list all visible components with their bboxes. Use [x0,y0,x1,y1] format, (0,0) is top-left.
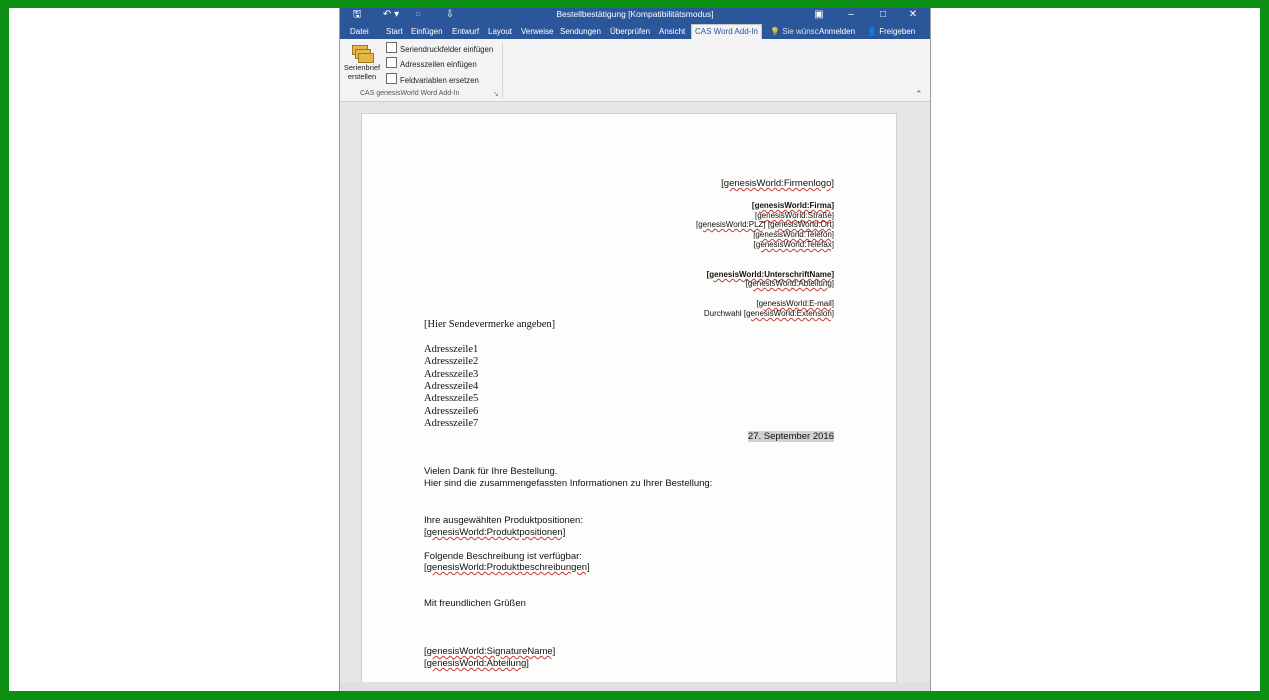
share-label: Freigeben [879,27,916,36]
close-icon[interactable]: ✕ [906,8,920,22]
address-line-6: Adresszeile6 [424,406,479,417]
seriendruckfelder-einfuegen-button[interactable]: Seriendruckfelder einfügen [386,42,493,55]
tab-cas-word-add-in[interactable]: CAS Word Add-In [691,24,762,40]
firmenlogo-field: [genesisWorld:Firmenlogo] [721,178,834,189]
tell-me-label: Sie wünsc [782,27,819,36]
lightbulb-icon: 💡 [770,27,780,36]
ribbon-tabs: Datei Start Einfügen Entwurf Layout Verw… [340,23,930,40]
unterschriftname-field: [genesisWorld:UnterschriftName] [706,270,834,279]
maximize-icon[interactable]: □ [876,8,890,22]
durchwahl-line: Durchwahl [genesisWorld:Extension] [704,309,834,318]
sign-in-link[interactable]: Anmelden [816,25,858,38]
group-separator [502,43,503,99]
strasse-field: [genesisWorld:Straße] [755,211,834,220]
serienbrief-label-1: Serienbrief [343,63,381,72]
ort-field: [genesisWorld:Ort] [767,220,834,229]
adresszeilen-einfuegen-button[interactable]: Adresszeilen einfügen [386,57,477,70]
tab-verweise[interactable]: Verweise [518,25,556,38]
group-label: CAS genesisWorld Word Add-In [360,90,460,97]
tab-ansicht[interactable]: Ansicht [656,25,688,38]
beschreibung-label: Folgende Beschreibung ist verfügbar: [424,551,582,562]
sendevermerke-placeholder: [Hier Sendevermerke angeben] [424,319,556,330]
replace-fields-icon [386,73,397,84]
address-block-icon [386,57,397,68]
collapse-ribbon-icon[interactable]: ⌃ [915,89,923,100]
title-bar: 🖫 ↶ ▾ ○ ⇩ Bestellbestätigung [Kompatibil… [340,8,930,23]
firma-field: [genesisWorld:Firma] [751,201,834,210]
feldvariablen-ersetzen-button[interactable]: Feldvariablen ersetzen [386,73,479,86]
positionen-label: Ihre ausgewählten Produktpositionen: [424,515,583,526]
telefon-field: [genesisWorld:Telefon] [753,230,834,239]
address-line-7: Adresszeile7 [424,418,479,429]
beschreibung-field: [genesisWorld:Produktbeschreibungen] [424,562,590,573]
window-title: Bestellbestätigung [Kompatibilitätsmodus… [556,9,714,19]
tell-me-search[interactable]: 💡 Sie wünsc [767,25,822,38]
serienbrief-erstellen-button[interactable]: Serienbrief erstellen [342,43,382,89]
person-icon: 👤 [867,27,877,36]
info-text: Hier sind die zusammengefassten Informat… [424,478,713,489]
positionen-field: [genesisWorld:Produktpositionen] [424,527,566,538]
telefax-field: [genesisWorld:Telefax] [753,240,834,249]
merge-field-icon [386,42,397,53]
document-area: [genesisWorld:Firmenlogo] [genesisWorld:… [340,102,930,691]
serienbrief-label-2: erstellen [347,72,377,81]
document-page[interactable]: [genesisWorld:Firmenlogo] [genesisWorld:… [361,113,897,691]
extension-field: [genesisWorld:Extension] [743,309,834,318]
abteilung-footer-field: [genesisWorld:Abteilung] [424,658,529,669]
durchwahl-label: Durchwahl [703,309,742,318]
tab-entwurf[interactable]: Entwurf [449,25,482,38]
abteilung-header-field: [genesisWorld:Abteilung] [745,279,834,288]
thanks-text: Vielen Dank für Ihre Bestellung. [424,466,558,477]
seriendruckfelder-label: Seriendruckfelder einfügen [400,45,494,54]
feldvariablen-label: Feldvariablen ersetzen [400,76,479,85]
status-bar [340,682,930,691]
tab-datei[interactable]: Datei [347,25,372,38]
ribbon-panel: Serienbrief erstellen Seriendruckfelder … [340,39,930,102]
minimize-icon[interactable]: – [844,8,858,22]
envelope-stack-icon [352,45,374,63]
date-field: 27. September 2016 [747,431,834,442]
email-field: [genesisWorld:E-mail] [756,299,834,308]
tab-ueberpruefen[interactable]: Überprüfen [607,25,653,38]
tab-layout[interactable]: Layout [485,25,515,38]
address-line-4: Adresszeile4 [424,381,479,392]
ribbon-options-icon[interactable]: ▣ [812,8,826,22]
closing-text: Mit freundlichen Grüßen [424,598,526,609]
share-button[interactable]: 👤 Freigeben [864,25,918,38]
address-line-3: Adresszeile3 [424,369,479,380]
signature-field: [genesisWorld:SignatureName] [424,646,556,657]
group-launcher-icon[interactable]: ↘ [493,90,499,98]
tab-sendungen[interactable]: Sendungen [557,25,604,38]
address-line-2: Adresszeile2 [424,356,479,367]
word-window: 🖫 ↶ ▾ ○ ⇩ Bestellbestätigung [Kompatibil… [339,8,931,691]
vertical-scrollbar[interactable] [916,102,929,682]
plz-field: [genesisWorld:PLZ] [695,220,766,229]
address-line-5: Adresszeile5 [424,393,479,404]
address-line-1: Adresszeile1 [424,344,479,355]
tab-einfuegen[interactable]: Einfügen [408,25,446,38]
tab-start[interactable]: Start [383,25,406,38]
plz-ort-line: [genesisWorld:PLZ] [genesisWorld:Ort] [696,220,834,229]
adresszeilen-label: Adresszeilen einfügen [400,60,477,69]
